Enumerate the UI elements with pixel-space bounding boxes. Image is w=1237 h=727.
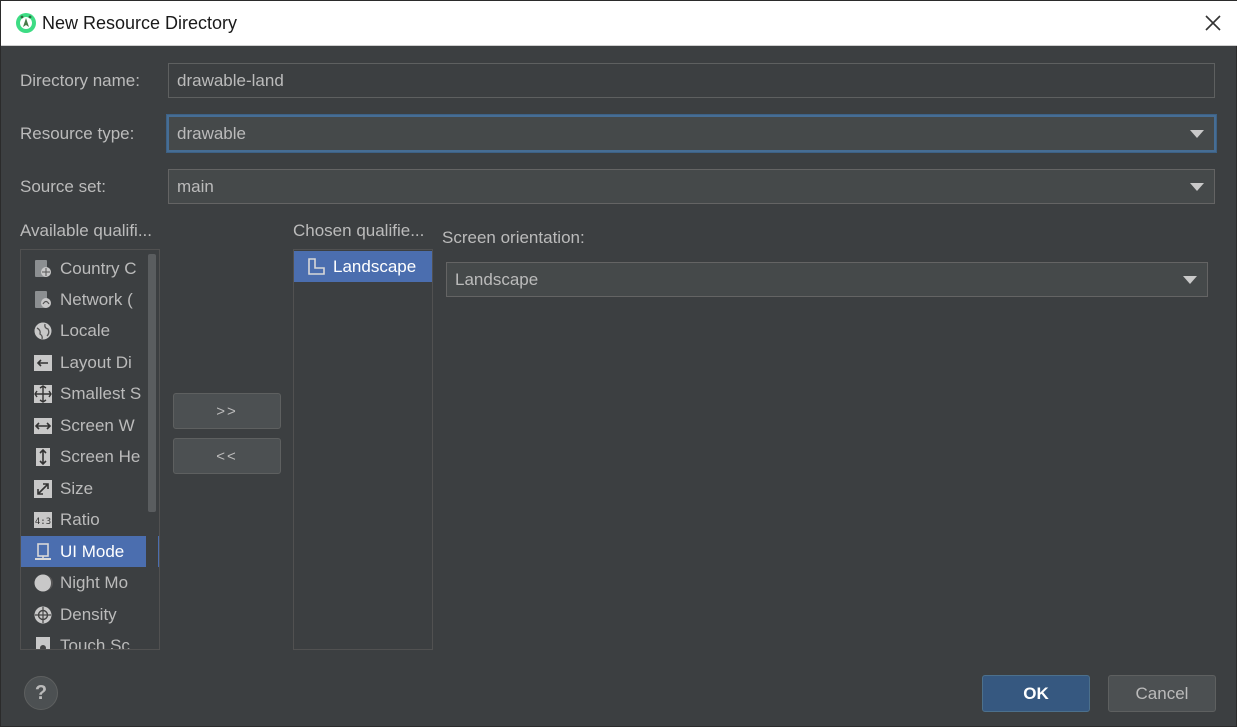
list-item-label: Ratio (60, 509, 100, 529)
screen-orientation-label: Screen orientation: (442, 228, 585, 247)
close-icon (1205, 15, 1221, 31)
list-item[interactable]: Landscape (294, 251, 432, 282)
close-button[interactable] (1199, 9, 1227, 37)
ui-mode-icon (33, 542, 53, 562)
new-resource-directory-dialog: New Resource Directory Directory name: d… (0, 0, 1237, 727)
list-item-label: Screen He (60, 446, 141, 466)
list-item-label: Landscape (333, 256, 417, 276)
directory-name-value: drawable-land (177, 70, 284, 90)
country-code-icon (33, 259, 53, 279)
directory-name-label: Directory name: (20, 71, 140, 90)
chevron-down-icon (1183, 275, 1197, 284)
list-item-label: Country C (60, 258, 137, 278)
list-item[interactable]: Density (21, 599, 146, 630)
list-item[interactable]: Country C (21, 253, 146, 284)
list-item-label: Night Mo (60, 572, 129, 592)
resource-type-dropdown[interactable]: drawable (167, 115, 1216, 152)
chevron-down-icon (1190, 129, 1204, 138)
help-button[interactable]: ? (24, 676, 58, 710)
source-set-label: Source set: (20, 177, 106, 196)
smallest-screen-width-icon (33, 384, 53, 404)
layout-direction-icon (33, 353, 53, 373)
available-qualifiers-list[interactable]: Country C Network ( Locale Layout Di Sma… (20, 249, 160, 650)
list-item-label: Density (60, 604, 117, 624)
list-item[interactable]: Smallest S (21, 378, 146, 409)
source-set-value: main (177, 176, 214, 196)
ratio-icon: 4:3 (33, 510, 53, 530)
list-item-label: Touch Sc (60, 635, 130, 650)
list-item[interactable]: 4:3 Ratio (21, 504, 146, 535)
list-item[interactable]: Touch Sc (21, 630, 146, 650)
screen-height-icon (33, 447, 53, 467)
size-icon (33, 479, 53, 499)
list-item-label: Size (60, 478, 94, 498)
list-item[interactable]: Network ( (21, 284, 146, 315)
cancel-button[interactable]: Cancel (1108, 675, 1216, 712)
screen-orientation-dropdown[interactable]: Landscape (446, 262, 1208, 297)
chevron-down-icon (1190, 182, 1204, 191)
list-item-label: Layout Di (60, 352, 132, 372)
ok-button[interactable]: OK (982, 675, 1090, 712)
list-item[interactable]: Locale (21, 315, 146, 346)
network-code-icon (33, 290, 53, 310)
screen-width-icon (33, 416, 53, 436)
list-item-label: Screen W (60, 415, 135, 435)
scrollbar-thumb[interactable] (148, 254, 156, 512)
list-item[interactable]: Screen W (21, 410, 146, 441)
add-qualifier-button[interactable]: >> (173, 393, 281, 429)
list-item-label: Locale (60, 320, 111, 340)
list-item[interactable]: Size (21, 473, 146, 504)
directory-name-field[interactable]: drawable-land (168, 63, 1215, 98)
screen-orientation-value: Landscape (455, 269, 539, 289)
list-item-label: Network ( (60, 289, 133, 309)
resource-type-value: drawable (177, 123, 246, 143)
svg-text:4:3: 4:3 (35, 517, 51, 527)
remove-qualifier-button[interactable]: << (173, 438, 281, 474)
list-item[interactable]: UI Mode (21, 536, 159, 567)
night-mode-icon (33, 573, 53, 593)
list-item-label: Smallest S (60, 383, 142, 403)
list-item[interactable]: Screen He (21, 441, 146, 472)
android-studio-icon (16, 13, 36, 33)
list-item[interactable]: Night Mo (21, 567, 146, 598)
list-item-label: UI Mode (60, 541, 125, 561)
chosen-qualifiers-label: Chosen qualifie... (293, 221, 425, 240)
list-item[interactable]: Layout Di (21, 347, 146, 378)
globe-icon (33, 321, 53, 341)
chosen-qualifiers-list[interactable]: Landscape (293, 249, 433, 650)
source-set-dropdown[interactable]: main (168, 169, 1215, 204)
resource-type-label: Resource type: (20, 124, 135, 143)
touch-screen-icon (33, 636, 53, 649)
density-icon (33, 605, 53, 625)
landscape-icon (306, 257, 326, 277)
available-qualifiers-label: Available qualifi... (20, 221, 152, 240)
title-bar: New Resource Directory (1, 1, 1237, 46)
dialog-title: New Resource Directory (42, 13, 238, 33)
